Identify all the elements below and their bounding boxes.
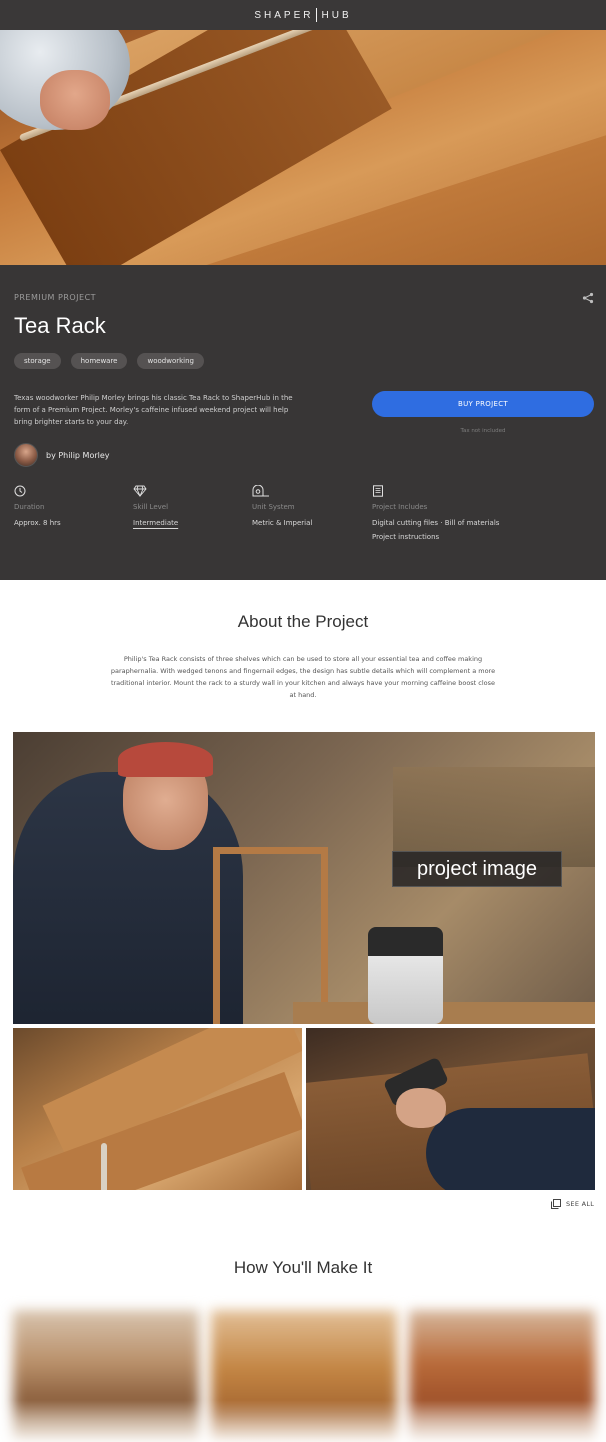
clock-icon	[14, 485, 26, 497]
project-description: Texas woodworker Philip Morley brings hi…	[14, 394, 293, 426]
tag-homeware[interactable]: homeware	[70, 353, 128, 369]
spec-duration-label: Duration	[14, 503, 45, 511]
shaperhub-logo[interactable]: SHAPER HUB	[254, 8, 351, 22]
see-all-label: SEE ALL	[566, 1200, 595, 1208]
top-bar: SHAPER HUB	[0, 0, 606, 30]
hero-finger	[40, 70, 110, 130]
project-info-panel: PREMIUM PROJECT Tea Rack storage homewar…	[0, 265, 606, 580]
project-specs: Duration Approx. 8 hrs Skill Level Inter…	[14, 485, 604, 555]
spec-skill-label: Skill Level	[133, 503, 169, 511]
about-text: Philip's Tea Rack consists of three shel…	[110, 655, 496, 699]
author-name: by Philip Morley	[46, 450, 110, 460]
logo-text-left: SHAPER	[254, 9, 314, 21]
about-heading: About the Project	[237, 612, 369, 631]
logo-text-right: HUB	[321, 9, 352, 21]
spec-units-label: Unit System	[252, 503, 295, 511]
spec-includes-label: Project Includes	[372, 503, 428, 511]
hand	[396, 1088, 446, 1128]
spec-units: Unit System Metric & Imperial	[252, 485, 312, 530]
tag-storage[interactable]: storage	[14, 353, 61, 369]
spec-duration-value: Approx. 8 hrs	[14, 519, 61, 527]
tag-woodworking[interactable]: woodworking	[137, 353, 204, 369]
bottom-fade	[0, 1400, 606, 1442]
sleeve	[426, 1108, 595, 1190]
spec-includes-value-1: Digital cutting files · Bill of material…	[372, 519, 500, 527]
maker-cap	[118, 742, 213, 777]
project-image-label: project image	[392, 851, 562, 887]
logo-divider	[315, 8, 317, 22]
gallery-icon	[551, 1199, 561, 1209]
project-title: Tea Rack	[14, 313, 106, 338]
spec-skill: Skill Level Intermediate	[133, 485, 178, 530]
tag-list: storage homeware woodworking	[14, 353, 204, 369]
document-icon	[373, 485, 383, 497]
tape-measure-icon	[252, 485, 269, 497]
gallery-image-hands[interactable]	[306, 1028, 595, 1190]
spec-units-value: Metric & Imperial	[252, 519, 313, 527]
diamond-icon	[133, 485, 147, 497]
premium-project-kicker: PREMIUM PROJECT	[14, 293, 97, 302]
shaper-tool	[368, 927, 443, 1024]
spec-skill-value[interactable]: Intermediate	[133, 516, 178, 530]
spec-duration: Duration Approx. 8 hrs	[14, 485, 61, 530]
spec-includes-value-2: Project instructions	[372, 533, 440, 541]
rack-dowel	[101, 1143, 107, 1190]
share-icon[interactable]	[582, 292, 594, 304]
buy-project-button[interactable]: BUY PROJECT	[372, 391, 594, 417]
spec-includes: Project Includes Digital cutting files ·…	[372, 485, 499, 544]
tax-note: Tax not included	[460, 428, 506, 434]
tea-rack-frame	[213, 847, 328, 1024]
gallery-image-rack-detail[interactable]	[13, 1028, 302, 1190]
hero-image	[0, 30, 606, 265]
how-heading: How You'll Make It	[233, 1258, 373, 1277]
workbench	[293, 1002, 595, 1024]
see-all-button[interactable]: SEE ALL	[551, 1199, 594, 1209]
author-link[interactable]: by Philip Morley	[14, 443, 110, 467]
avatar	[14, 443, 38, 467]
